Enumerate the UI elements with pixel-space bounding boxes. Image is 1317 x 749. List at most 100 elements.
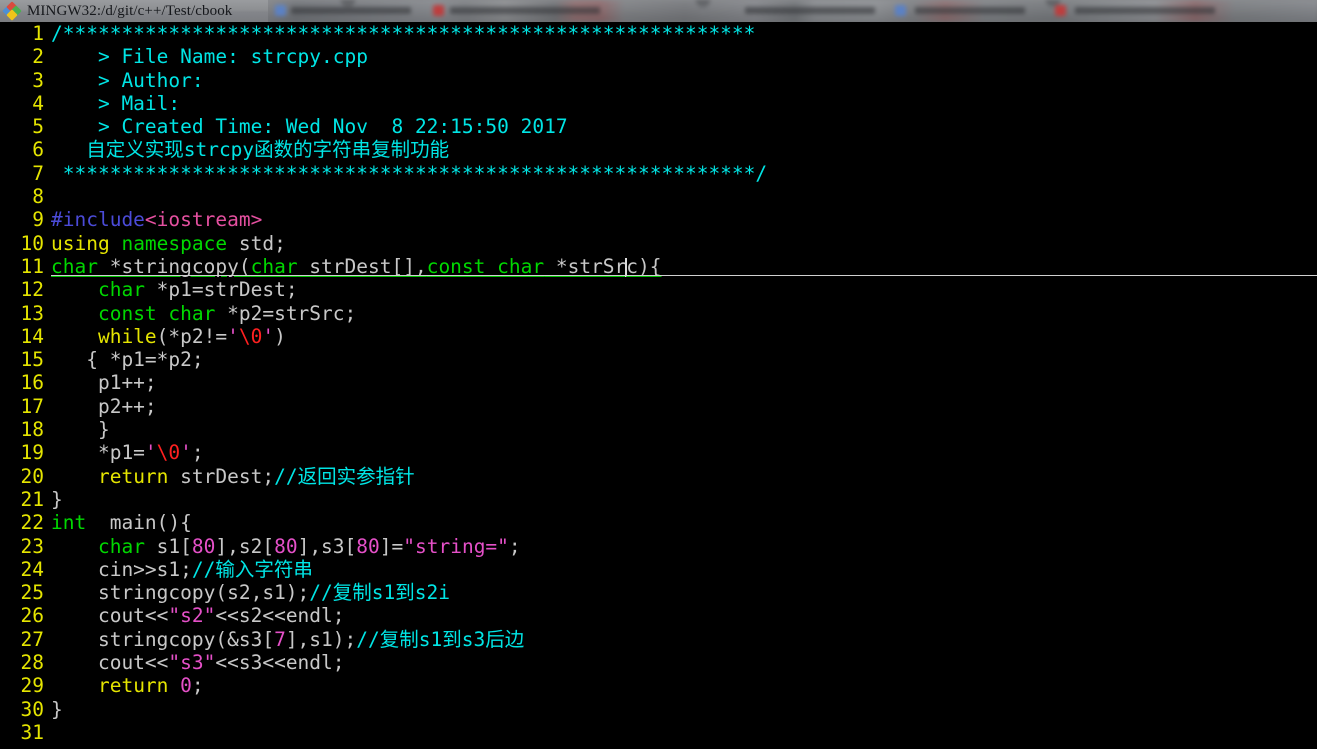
code-text: cin>>s1;//输入字符串 — [44, 558, 313, 581]
code-line[interactable]: 1 /**************************************… — [0, 22, 1317, 45]
code-text: /***************************************… — [44, 22, 755, 45]
code-line[interactable]: 29 return 0; — [0, 674, 1317, 697]
code-line[interactable]: 21} — [0, 488, 1317, 511]
code-line[interactable]: 11 char *stringcopy(char strDest[],const … — [0, 255, 1317, 278]
line-number: 18 — [20, 418, 44, 442]
line-number: 11 — [20, 254, 44, 278]
code-line[interactable]: 23 char s1[80],s2[80],s3[80]="string="; — [0, 535, 1317, 558]
token-plain: ; — [508, 534, 521, 558]
token-const: ' — [180, 441, 192, 465]
window-title-text: MINGW32:/d/git/c++/Test/cbook — [27, 2, 233, 19]
token-plain: } — [51, 418, 110, 442]
token-plain: c){ — [626, 254, 662, 278]
code-text: cout<<"s2"<<s2<<endl; — [44, 604, 345, 627]
code-line[interactable]: 15 { *p1=*p2; — [0, 348, 1317, 371]
code-line[interactable]: 10 using namespace std; — [0, 232, 1317, 255]
code-text: char *p1=strDest; — [44, 278, 298, 301]
line-number: 15 — [20, 348, 44, 372]
token-plain: <<s2<<endl; — [215, 604, 345, 628]
line-number: 29 — [20, 674, 44, 698]
code-line[interactable]: 30} — [0, 698, 1317, 721]
token-comment: 自定义实现strcpy函数的字符串复制功能 — [51, 138, 450, 162]
background-taskbar-blur — [255, 0, 1317, 22]
token-type: char — [250, 254, 298, 278]
code-text: return strDest;//返回实参指针 — [44, 465, 415, 488]
code-text: p1++; — [44, 371, 157, 394]
code-line[interactable]: 20 return strDest;//返回实参指针 — [0, 465, 1317, 488]
code-line[interactable]: 18 } — [0, 418, 1317, 441]
token-comment: //复制s1到s2i — [309, 581, 450, 605]
code-line[interactable]: 17 p2++; — [0, 395, 1317, 418]
code-text: char s1[80],s2[80],s3[80]="string="; — [44, 535, 521, 558]
line-number: 5 — [32, 115, 44, 139]
code-line[interactable]: 28 cout<<"s3"<<s3<<endl; — [0, 651, 1317, 674]
window-title-bar[interactable]: MINGW32:/d/git/c++/Test/cbook — [0, 0, 1317, 22]
code-text: *p1='\0'; — [44, 441, 204, 464]
token-plain: stringcopy(s2,s1); — [51, 581, 310, 605]
token-plain: *p1= — [51, 441, 145, 465]
token-const: 80 — [356, 534, 380, 558]
token-esc: \0 — [238, 324, 263, 348]
line-number: 25 — [20, 581, 44, 605]
line-number: 12 — [20, 278, 44, 302]
code-text: while(*p2!='\0') — [44, 325, 286, 348]
token-const: ' — [144, 441, 157, 465]
line-number: 7 — [32, 161, 44, 185]
token-comment: //复制s1到s3后边 — [356, 627, 525, 651]
token-plain: } — [51, 697, 63, 721]
code-line[interactable]: 22 int main(){ — [0, 511, 1317, 534]
code-line[interactable]: 31 — [0, 721, 1317, 744]
token-plain: stringcopy(&s3[ — [51, 627, 275, 651]
code-line[interactable]: 4 > Mail: — [0, 92, 1317, 115]
code-line[interactable]: 26 cout<<"s2"<<s2<<endl; — [0, 604, 1317, 627]
code-text: } — [44, 698, 63, 721]
line-number: 30 — [20, 697, 44, 721]
line-number: 20 — [20, 464, 44, 488]
token-plain: ],s1); — [285, 627, 357, 651]
token-const: 80 — [191, 534, 216, 558]
code-line[interactable]: 7 **************************************… — [0, 162, 1317, 185]
code-line[interactable]: 16 p1++; — [0, 371, 1317, 394]
code-line[interactable]: 24 cin>>s1;//输入字符串 — [0, 558, 1317, 581]
mingw-diamond-icon — [2, 1, 22, 21]
token-plain: p2++; — [51, 394, 157, 418]
token-type: const char — [97, 301, 216, 325]
token-plain: std; — [227, 231, 286, 255]
code-line[interactable]: 14 while(*p2!='\0') — [0, 325, 1317, 348]
code-text: const char *p2=strSrc; — [44, 302, 356, 325]
line-number: 14 — [20, 324, 44, 348]
code-text: stringcopy(&s3[7],s1);//复制s1到s3后边 — [44, 628, 524, 651]
code-line[interactable]: 9 #include<iostream> — [0, 208, 1317, 231]
line-number: 19 — [20, 441, 44, 465]
code-line[interactable]: 27 stringcopy(&s3[7],s1);//复制s1到s3后边 — [0, 628, 1317, 651]
code-line[interactable]: 13 const char *p2=strSrc; — [0, 302, 1317, 325]
active-window-title[interactable]: MINGW32:/d/git/c++/Test/cbook — [0, 0, 268, 22]
line-number: 31 — [20, 720, 44, 744]
token-plain: cout<< — [51, 604, 169, 628]
token-type: char — [97, 534, 145, 558]
code-line[interactable]: 6 自定义实现strcpy函数的字符串复制功能 — [0, 138, 1317, 161]
token-plain: ; — [191, 441, 204, 465]
token-plain: strDest[], — [297, 254, 427, 278]
vim-editor-buffer[interactable]: 1 /**************************************… — [0, 22, 1317, 749]
code-line[interactable]: 3 > Author: — [0, 69, 1317, 92]
code-line[interactable]: 2 > File Name: strcpy.cpp — [0, 45, 1317, 68]
code-line[interactable]: 12 char *p1=strDest; — [0, 278, 1317, 301]
token-stmt: return — [97, 464, 169, 488]
code-line[interactable]: 25 stringcopy(s2,s1);//复制s1到s2i — [0, 581, 1317, 604]
line-number: 3 — [32, 68, 44, 92]
line-number: 6 — [32, 138, 44, 162]
code-text: int main(){ — [44, 511, 192, 534]
token-const: 80 — [274, 534, 298, 558]
code-line[interactable]: 19 *p1='\0'; — [0, 441, 1317, 464]
token-plain: main(){ — [86, 511, 192, 535]
code-text: p2++; — [44, 395, 157, 418]
token-inc: <iostream> — [144, 208, 263, 232]
code-line[interactable]: 5 > Created Time: Wed Nov 8 22:15:50 201… — [0, 115, 1317, 138]
code-line[interactable]: 8 — [0, 185, 1317, 208]
line-number: 17 — [20, 394, 44, 418]
